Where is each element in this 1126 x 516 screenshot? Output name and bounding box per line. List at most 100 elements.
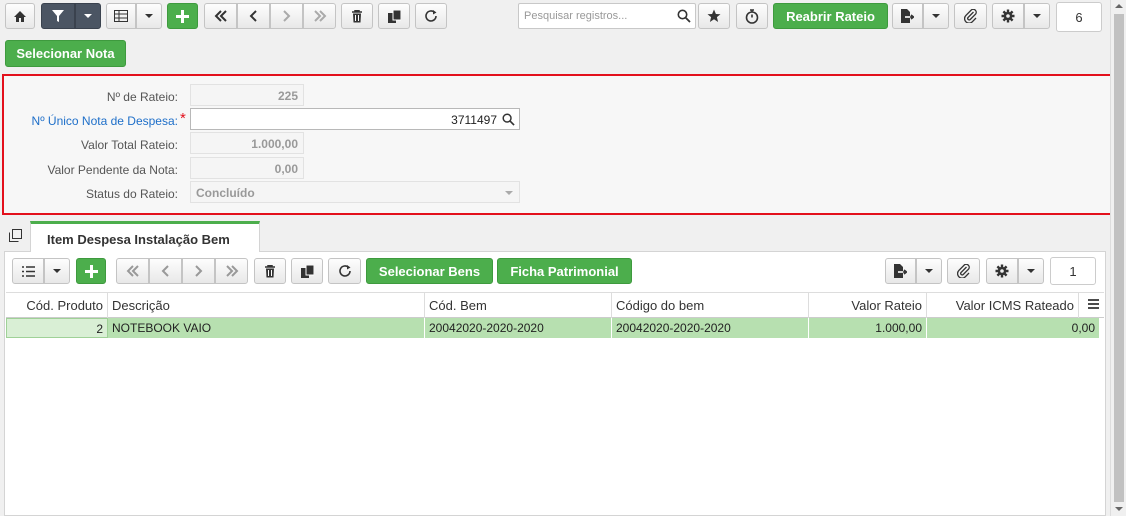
delete-button[interactable] xyxy=(341,3,373,29)
last-record-button[interactable] xyxy=(303,3,336,29)
sub-export-button[interactable] xyxy=(885,258,916,284)
scrollbar-thumb[interactable] xyxy=(1114,14,1124,502)
settings-dropdown-button[interactable] xyxy=(1024,3,1050,29)
filter-icon xyxy=(52,9,64,22)
search-placeholder: Pesquisar registros... xyxy=(524,10,628,22)
sub-view-dropdown-button[interactable] xyxy=(44,258,70,284)
table-icon xyxy=(114,10,128,22)
sub-next-record-button[interactable] xyxy=(182,258,215,284)
sub-duplicate-button[interactable] xyxy=(291,258,323,284)
favorite-button[interactable] xyxy=(698,3,730,29)
filter-button[interactable] xyxy=(41,3,75,29)
chevron-right-icon xyxy=(195,265,203,277)
chevron-left-icon xyxy=(249,10,257,22)
table-cell[interactable]: 1.000,00 xyxy=(809,318,927,338)
sub-first-record-button[interactable] xyxy=(116,258,149,284)
export-button[interactable] xyxy=(892,3,923,29)
restore-window-icon[interactable] xyxy=(9,229,22,242)
table-cell[interactable]: 20042020-2020-2020 xyxy=(612,318,809,338)
unique-note-input[interactable]: 3711497 xyxy=(190,108,520,130)
file-export-icon xyxy=(901,9,914,23)
timer-button[interactable] xyxy=(736,3,768,29)
total-value-label: Valor Total Rateio: xyxy=(81,138,178,152)
select-note-button[interactable]: Selecionar Nota xyxy=(5,40,126,67)
rateio-number-field: 225 xyxy=(190,84,304,106)
trash-icon xyxy=(265,264,275,277)
gear-icon xyxy=(995,264,1009,278)
settings-button[interactable] xyxy=(992,3,1024,29)
duplicate-button[interactable] xyxy=(378,3,410,29)
export-dropdown-button[interactable] xyxy=(923,3,949,29)
refresh-icon xyxy=(425,10,437,22)
refresh-button[interactable] xyxy=(415,3,447,29)
reopen-rateio-button[interactable]: Reabrir Rateio xyxy=(773,3,888,29)
column-menu-icon[interactable] xyxy=(1088,299,1099,309)
scroll-down-icon[interactable] xyxy=(1115,507,1123,511)
vertical-scrollbar[interactable] xyxy=(1110,0,1126,516)
chevron-down-icon xyxy=(925,269,933,273)
sub-settings-button[interactable] xyxy=(986,258,1018,284)
filter-dropdown-button[interactable] xyxy=(75,3,101,29)
home-button[interactable] xyxy=(5,3,35,29)
sub-add-button[interactable] xyxy=(76,258,106,284)
required-mark: * xyxy=(180,110,186,127)
status-label: Status do Rateio: xyxy=(85,187,178,201)
attach-button[interactable] xyxy=(954,3,987,29)
sub-previous-record-button[interactable] xyxy=(149,258,182,284)
sub-settings-dropdown-button[interactable] xyxy=(1018,258,1044,284)
paperclip-icon xyxy=(963,9,977,23)
column-header[interactable]: Valor ICMS Rateado xyxy=(927,293,1079,318)
search-icon[interactable] xyxy=(677,9,691,23)
file-export-icon xyxy=(894,264,907,278)
pending-value-field: 0,00 xyxy=(190,157,304,179)
grid-view-button[interactable] xyxy=(106,3,136,29)
select-assets-button[interactable]: Selecionar Bens xyxy=(366,258,493,284)
rateio-number-label: Nº de Rateio: xyxy=(106,90,178,104)
sub-grid-view-button[interactable] xyxy=(12,258,44,284)
double-chevron-left-icon xyxy=(214,10,227,22)
table-cell[interactable]: NOTEBOOK VAIO xyxy=(108,318,425,338)
chevron-left-icon xyxy=(161,265,169,277)
trash-icon xyxy=(352,9,362,22)
sub-attach-button[interactable] xyxy=(947,258,980,284)
chevron-down-icon xyxy=(53,269,61,273)
table-cell[interactable]: 2 xyxy=(6,318,108,338)
column-header[interactable]: Cód. Produto xyxy=(6,293,108,318)
chevron-down-icon xyxy=(1027,269,1035,273)
first-record-button[interactable] xyxy=(204,3,237,29)
paperclip-icon xyxy=(956,264,970,278)
sub-last-record-button[interactable] xyxy=(215,258,248,284)
copy-icon xyxy=(300,264,314,278)
gear-icon xyxy=(1001,9,1015,23)
column-header[interactable]: Valor Rateio xyxy=(809,293,927,318)
column-header[interactable]: Descrição xyxy=(108,293,425,318)
column-header[interactable]: Cód. Bem xyxy=(425,293,612,318)
unique-note-label: Nº Único Nota de Despesa: xyxy=(31,114,178,128)
scroll-up-icon[interactable] xyxy=(1115,4,1123,8)
search-icon[interactable] xyxy=(502,113,515,126)
unique-note-value: 3711497 xyxy=(451,113,497,127)
sub-refresh-button[interactable] xyxy=(328,258,361,284)
double-chevron-left-icon xyxy=(126,265,139,277)
refresh-icon xyxy=(338,265,351,277)
chevron-down-icon xyxy=(1033,14,1041,18)
add-button[interactable] xyxy=(167,3,198,29)
table-cell[interactable]: 0,00 xyxy=(927,318,1100,338)
sub-delete-button[interactable] xyxy=(254,258,286,284)
search-input[interactable]: Pesquisar registros... xyxy=(518,3,696,29)
rateio-form: Nº de Rateio: 225 Nº Único Nota de Despe… xyxy=(2,74,1112,215)
list-icon xyxy=(21,265,35,277)
next-record-button[interactable] xyxy=(270,3,303,29)
column-header[interactable]: Código do bem xyxy=(612,293,809,318)
pending-value-label: Valor Pendente da Nota: xyxy=(47,163,178,177)
copy-icon xyxy=(387,9,401,23)
sub-export-dropdown-button[interactable] xyxy=(916,258,942,284)
tab-item-despesa[interactable]: Item Despesa Instalação Bem xyxy=(30,221,260,252)
table-cell[interactable]: 20042020-2020-2020 xyxy=(425,318,612,338)
table-row[interactable]: 2 NOTEBOOK VAIO 20042020-2020-2020 20042… xyxy=(6,318,1100,338)
previous-record-button[interactable] xyxy=(237,3,270,29)
asset-sheet-button[interactable]: Ficha Patrimonial xyxy=(497,258,632,284)
status-select: Concluído xyxy=(190,181,520,203)
chevron-right-icon xyxy=(283,10,291,22)
view-dropdown-button[interactable] xyxy=(136,3,162,29)
